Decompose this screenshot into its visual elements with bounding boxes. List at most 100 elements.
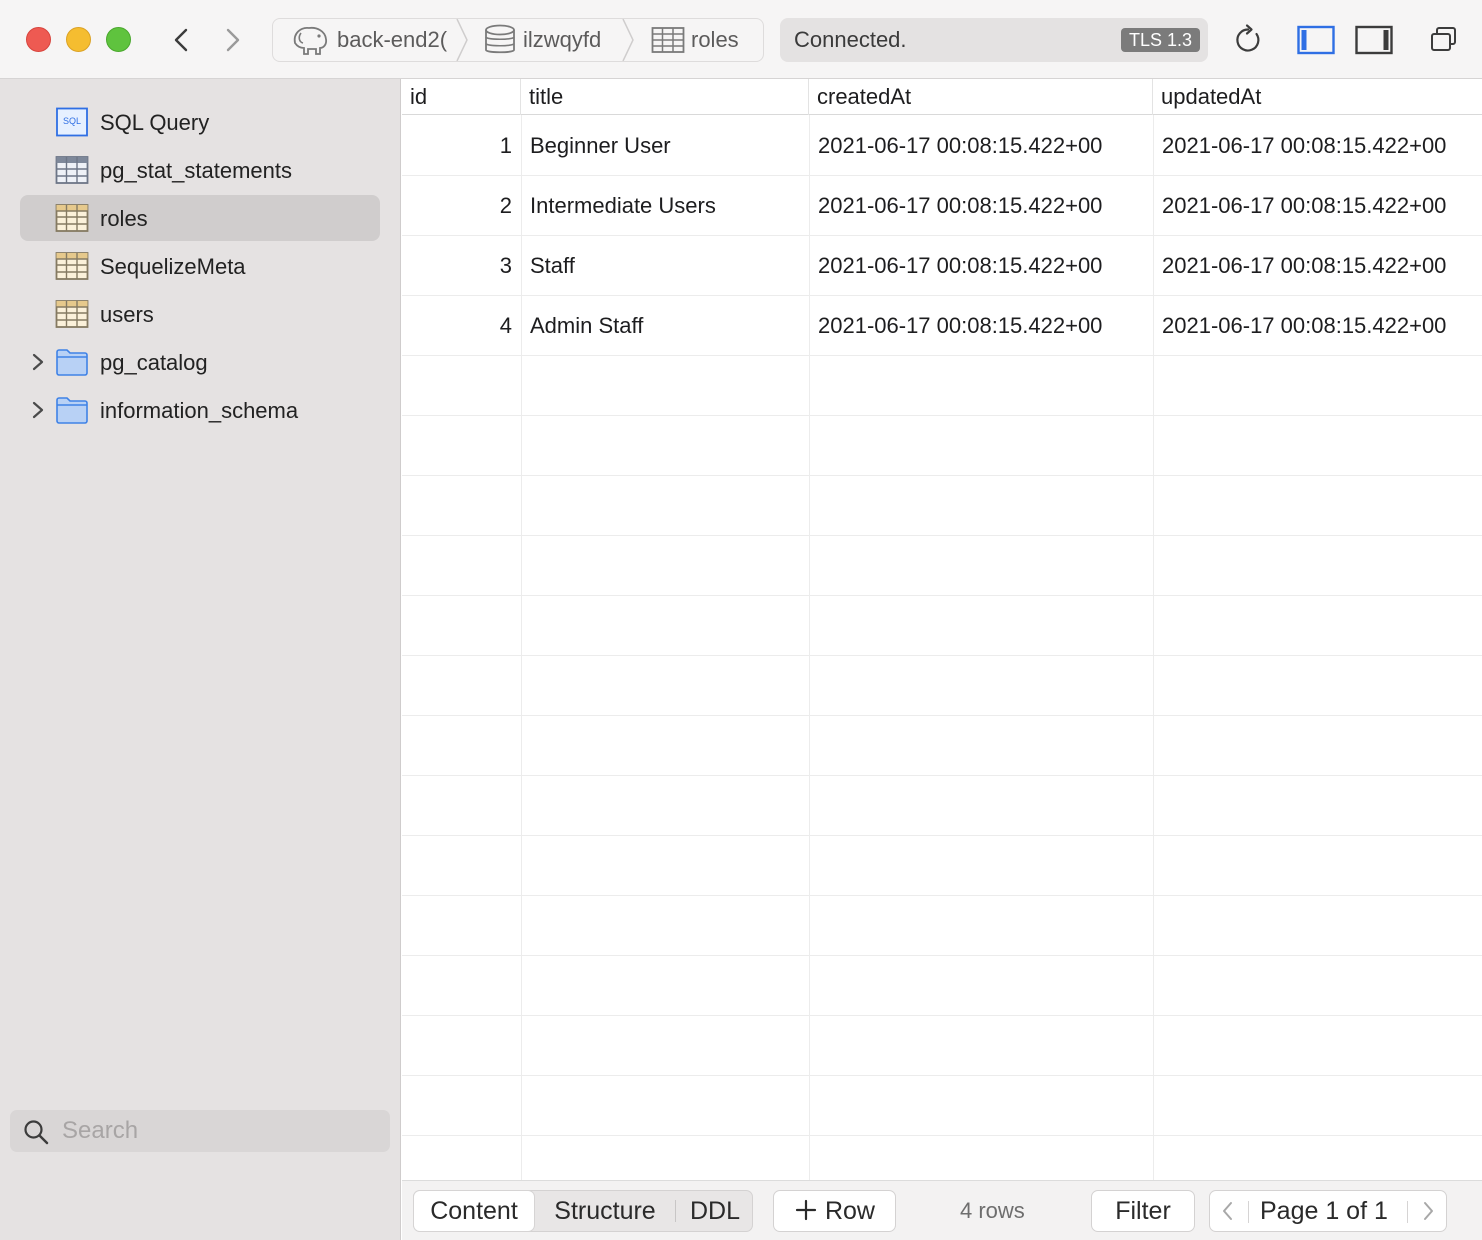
breadcrumb-separator-icon [622, 19, 634, 61]
view-icon [55, 156, 89, 184]
toggle-right-sidebar-button[interactable] [1354, 20, 1394, 60]
new-window-button[interactable] [1424, 20, 1464, 60]
row-divider [402, 835, 1482, 836]
segment-divider [675, 1200, 676, 1222]
cell-createdat[interactable]: 2021-06-17 00:08:15.422+00 [818, 313, 1150, 339]
table-row[interactable]: 1 Beginner User 2021-06-17 00:08:15.422+… [402, 116, 1482, 176]
cell-id[interactable]: 1 [402, 133, 512, 159]
toggle-left-sidebar-button[interactable] [1296, 20, 1336, 60]
previous-page-icon[interactable] [1216, 1191, 1240, 1231]
cell-createdat[interactable]: 2021-06-17 00:08:15.422+00 [818, 193, 1150, 219]
refresh-icon [1236, 24, 1260, 52]
plus-icon [795, 1199, 817, 1221]
cell-id[interactable]: 4 [402, 313, 512, 339]
cell-updatedat[interactable]: 2021-06-17 00:08:15.422+00 [1162, 253, 1482, 279]
data-grid: id title createdAt updatedAt 1 Beginner … [402, 79, 1482, 1180]
cell-id[interactable]: 2 [402, 193, 512, 219]
sidebar-item-pg-catalog[interactable]: pg_catalog [20, 339, 380, 385]
breadcrumb-connection[interactable]: back-end2( [289, 19, 455, 61]
column-header-createdat[interactable]: createdAt [809, 79, 1153, 115]
table-icon [55, 204, 89, 232]
pagination: Page 1 of 1 [1209, 1190, 1447, 1232]
back-button[interactable] [166, 22, 198, 58]
table-icon [651, 27, 685, 53]
cell-createdat[interactable]: 2021-06-17 00:08:15.422+00 [818, 133, 1150, 159]
table-row[interactable]: 3 Staff 2021-06-17 00:08:15.422+00 2021-… [402, 236, 1482, 296]
app-window: back-end2( ilzwqyfd roles Connected. TLS… [0, 0, 1482, 1240]
search-icon [24, 1120, 49, 1145]
minimize-window-button[interactable] [66, 27, 91, 52]
tab-ddl[interactable]: DDL [677, 1191, 753, 1231]
tab-structure[interactable]: Structure [538, 1191, 672, 1231]
sql-query-icon: SQL [56, 107, 88, 137]
sidebar-left-icon [1297, 25, 1335, 55]
next-page-icon[interactable] [1416, 1191, 1440, 1231]
sidebar-right-icon [1355, 25, 1393, 55]
database-icon [485, 24, 515, 54]
status-text: Connected. [794, 27, 907, 52]
cell-title[interactable]: Intermediate Users [530, 193, 806, 219]
view-mode-segmented-control: Content Structure DDL [413, 1190, 753, 1232]
chevron-right-icon[interactable] [28, 350, 48, 374]
row-divider [402, 895, 1482, 896]
cell-updatedat[interactable]: 2021-06-17 00:08:15.422+00 [1162, 133, 1482, 159]
sidebar-item-label: pg_stat_statements [100, 158, 293, 183]
sidebar-item-sequelizemeta[interactable]: SequelizeMeta [20, 243, 380, 289]
cell-updatedat[interactable]: 2021-06-17 00:08:15.422+00 [1162, 193, 1482, 219]
filter-button[interactable]: Filter [1091, 1190, 1195, 1232]
sidebar-item-roles[interactable]: roles [20, 195, 380, 241]
svg-text:SQL: SQL [63, 116, 81, 126]
tls-badge: TLS 1.3 [1120, 28, 1200, 52]
sidebar-item-label: users [100, 302, 154, 327]
add-row-label: Row [824, 1197, 875, 1225]
add-row-button[interactable]: Row [773, 1190, 896, 1232]
row-divider [402, 475, 1482, 476]
row-divider [402, 955, 1482, 956]
table-row[interactable]: 2 Intermediate Users 2021-06-17 00:08:15… [402, 176, 1482, 236]
column-header-title[interactable]: title [521, 79, 809, 115]
postgres-elephant-icon [293, 26, 328, 55]
sidebar-item-label: SQL Query [100, 110, 210, 135]
sidebar-item-information-schema[interactable]: information_schema [20, 387, 380, 433]
chevron-left-icon [174, 28, 188, 52]
table-row[interactable]: 4 Admin Staff 2021-06-17 00:08:15.422+00… [402, 296, 1482, 356]
sidebar-item-label: pg_catalog [100, 350, 208, 375]
close-window-button[interactable] [26, 27, 51, 52]
row-divider [402, 775, 1482, 776]
row-divider [402, 415, 1482, 416]
page-label: Page 1 of 1 [1260, 1197, 1388, 1225]
row-divider [402, 1015, 1482, 1016]
forward-button[interactable] [216, 22, 248, 58]
sidebar-item-pg-stat-statements[interactable]: pg_stat_statements [20, 147, 380, 193]
row-divider [402, 715, 1482, 716]
cell-title[interactable]: Staff [530, 253, 806, 279]
duplicate-window-icon [1431, 27, 1456, 51]
sidebar-search [10, 1110, 390, 1152]
table-icon [55, 300, 89, 328]
cell-updatedat[interactable]: 2021-06-17 00:08:15.422+00 [1162, 313, 1482, 339]
tab-content[interactable]: Content [414, 1191, 534, 1231]
breadcrumb-database[interactable]: ilzwqyfd [483, 19, 623, 61]
sidebar: SQL SQL Query pg_stat_statements roles S… [0, 79, 401, 1240]
breadcrumb: back-end2( ilzwqyfd roles [272, 18, 764, 62]
cell-title[interactable]: Beginner User [530, 133, 806, 159]
sidebar-item-users[interactable]: users [20, 291, 380, 337]
zoom-window-button[interactable] [106, 27, 131, 52]
cell-title[interactable]: Admin Staff [530, 313, 806, 339]
cell-id[interactable]: 3 [402, 253, 512, 279]
column-header-id[interactable]: id [402, 79, 521, 115]
column-header-updatedat[interactable]: updatedAt [1153, 79, 1482, 115]
cell-createdat[interactable]: 2021-06-17 00:08:15.422+00 [818, 253, 1150, 279]
sidebar-item-label: information_schema [100, 398, 299, 423]
search-input[interactable] [62, 1114, 382, 1148]
breadcrumb-table[interactable]: roles [651, 19, 761, 61]
sidebar-item-sql-query[interactable]: SQL SQL Query [20, 99, 380, 145]
breadcrumb-table-label: roles [691, 27, 739, 52]
pagination-divider [1248, 1201, 1249, 1223]
sidebar-item-label: roles [100, 206, 148, 231]
grid-header: id title createdAt updatedAt [402, 79, 1482, 115]
refresh-button[interactable] [1228, 20, 1268, 60]
row-divider [402, 1075, 1482, 1076]
chevron-right-icon[interactable] [28, 398, 48, 422]
chevron-right-icon [226, 28, 240, 52]
